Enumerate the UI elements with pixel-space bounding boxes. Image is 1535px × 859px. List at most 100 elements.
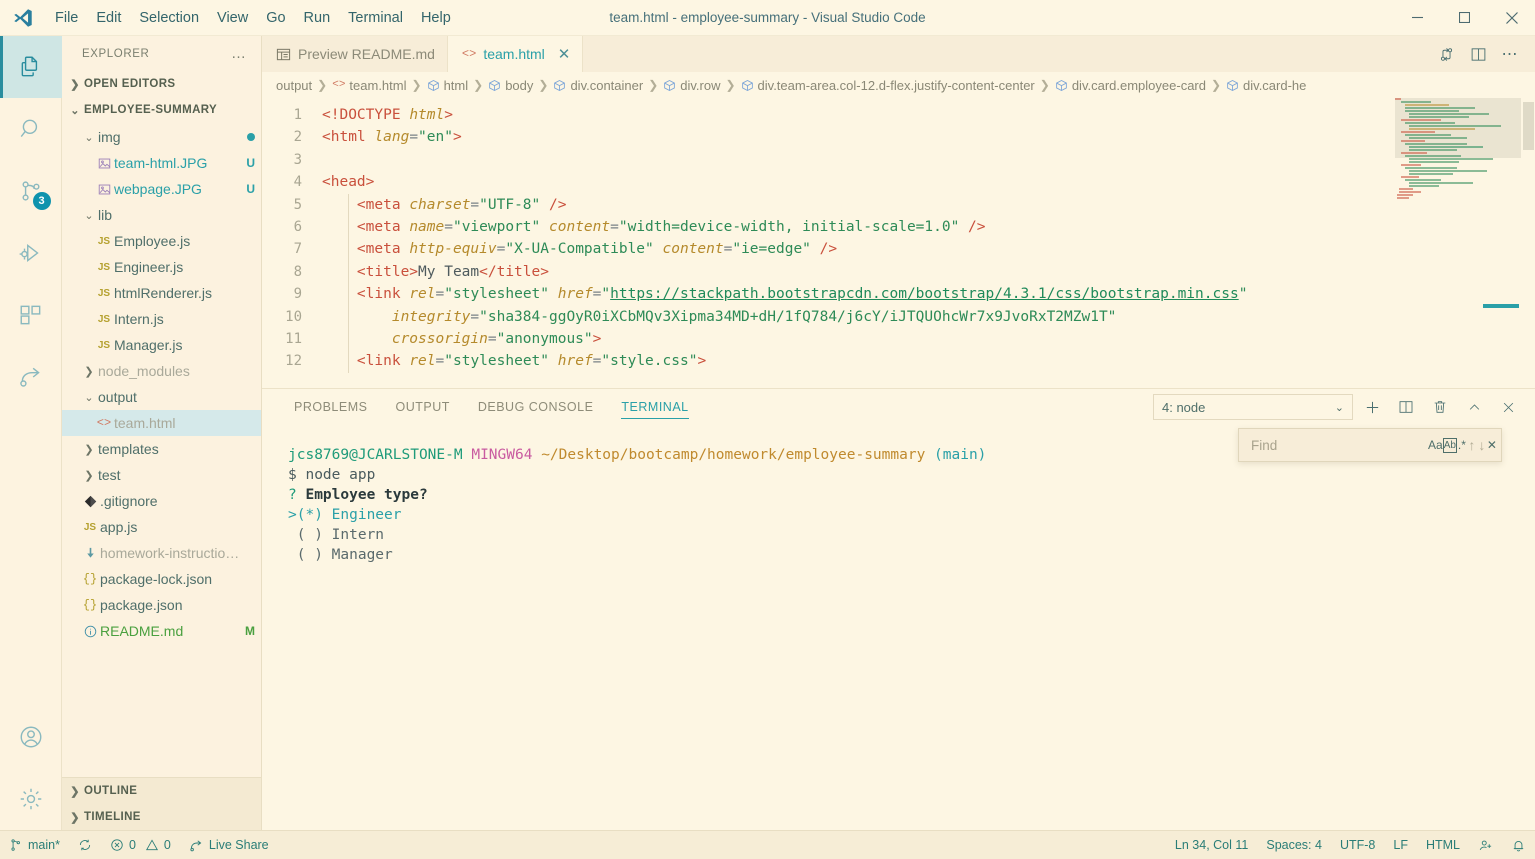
breadcrumb-item[interactable]: div.team-area.col-12.d-flex.justify-cont… <box>741 78 1035 93</box>
tree-item[interactable]: ⌄ img <box>62 124 261 150</box>
breadcrumb-item[interactable]: html <box>427 78 468 93</box>
tab-preview-readme[interactable]: Preview README.md <box>262 36 448 72</box>
tree-item[interactable]: JS htmlRenderer.js <box>62 280 261 306</box>
tree-item[interactable]: ⌄ output <box>62 384 261 410</box>
tree-item[interactable]: ❯ templates <box>62 436 261 462</box>
tab-debug-console[interactable]: DEBUG CONSOLE <box>468 389 604 425</box>
minimize-button[interactable] <box>1394 0 1441 35</box>
status-indentation[interactable]: Spaces: 4 <box>1257 838 1331 852</box>
section-open-editors[interactable]: ❯ OPEN EDITORS <box>62 71 261 97</box>
close-find-icon[interactable]: ✕ <box>1487 434 1497 456</box>
status-sync[interactable] <box>69 831 101 859</box>
terminal-find-widget[interactable]: Aa Ab .* ↑ ↓ ✕ <box>1238 428 1502 462</box>
find-next-icon[interactable]: ↓ <box>1477 434 1487 456</box>
section-timeline[interactable]: ❯ TIMELINE <box>62 804 261 830</box>
code-line[interactable]: <title>My Team</title> <box>322 260 1535 284</box>
breadcrumb-item[interactable]: div.card-he <box>1226 78 1306 93</box>
tree-item[interactable]: ❯ test <box>62 462 261 488</box>
tree-item[interactable]: JS app.js <box>62 514 261 540</box>
status-language-mode[interactable]: HTML <box>1417 838 1469 852</box>
menu-view[interactable]: View <box>208 0 257 35</box>
tree-item[interactable]: JS Employee.js <box>62 228 261 254</box>
more-actions-icon[interactable]: ⋯ <box>1495 39 1525 69</box>
breadcrumb-item[interactable]: output <box>276 78 312 93</box>
tab-problems[interactable]: PROBLEMS <box>284 389 377 425</box>
whole-word-icon[interactable]: Ab <box>1442 437 1457 453</box>
code-line[interactable]: <meta http-equiv="X-UA-Compatible" conte… <box>322 238 1535 262</box>
maximize-panel-icon[interactable] <box>1459 392 1489 422</box>
code-line[interactable]: <html lang="en"> <box>322 126 1535 148</box>
menu-run[interactable]: Run <box>295 0 340 35</box>
section-project-root[interactable]: ⌄ EMPLOYEE-SUMMARY <box>62 97 261 123</box>
terminal-select[interactable]: 4: node ⌄ <box>1153 394 1353 420</box>
menu-selection[interactable]: Selection <box>130 0 208 35</box>
split-diff-icon[interactable] <box>1431 39 1461 69</box>
breadcrumb-item[interactable]: <> team.html <box>332 78 406 93</box>
accounts-icon[interactable] <box>0 706 62 768</box>
sidebar-item-extensions[interactable] <box>0 284 62 346</box>
code-line[interactable]: integrity="sha384-ggOyR0iXCbMQv3Xipma34M… <box>322 305 1535 329</box>
scrollbar-thumb[interactable] <box>1523 102 1534 150</box>
gear-icon[interactable] <box>0 768 62 830</box>
sidebar-item-source-control[interactable]: 3 <box>0 160 62 222</box>
tree-item[interactable]: JS Intern.js <box>62 306 261 332</box>
code-content[interactable]: <!DOCTYPE html> <html lang="en"> <head> <… <box>314 98 1535 388</box>
sidebar-item-search[interactable] <box>0 98 62 160</box>
match-case-icon[interactable]: Aa <box>1428 434 1443 456</box>
status-live-share[interactable]: Live Share <box>180 831 278 859</box>
status-eol[interactable]: LF <box>1384 838 1417 852</box>
tab-terminal[interactable]: TERMINAL <box>611 389 698 425</box>
status-notifications[interactable] <box>1502 838 1535 853</box>
code-line[interactable]: <meta name="viewport" content="width=dev… <box>322 215 1535 239</box>
code-editor[interactable]: 1 2 3 4 5 6 7 8 9 10 11 12 <!DOCTYPE html> <html lan… <box>262 98 1535 388</box>
code-line[interactable] <box>322 149 1535 171</box>
terminal-output[interactable]: jcs8769@JCARLSTONE-M MINGW64 ~/Desktop/b… <box>262 425 1535 830</box>
close-button[interactable] <box>1488 0 1535 35</box>
split-terminal-icon[interactable] <box>1391 392 1421 422</box>
find-input[interactable] <box>1251 437 1428 453</box>
tab-output[interactable]: OUTPUT <box>385 389 459 425</box>
close-panel-icon[interactable] <box>1493 392 1523 422</box>
status-cursor-position[interactable]: Ln 34, Col 11 <box>1166 838 1257 852</box>
breadcrumb-item[interactable]: div.container <box>553 78 643 93</box>
status-feedback[interactable] <box>1469 838 1502 853</box>
code-line[interactable]: <meta charset="UTF-8" /> <box>322 193 1535 217</box>
status-branch[interactable]: main* <box>0 831 69 859</box>
tab-team-html[interactable]: <> team.html ✕ <box>447 36 584 72</box>
menu-terminal[interactable]: Terminal <box>339 0 412 35</box>
code-line[interactable]: <head> <box>322 171 1535 193</box>
tree-item[interactable]: <> team.html <box>62 410 261 436</box>
menu-go[interactable]: Go <box>257 0 294 35</box>
tree-item[interactable]: README.md M <box>62 618 261 644</box>
tree-item[interactable]: ❯ node_modules <box>62 358 261 384</box>
menu-edit[interactable]: Edit <box>87 0 130 35</box>
breadcrumb-item[interactable]: div.card.employee-card <box>1055 78 1206 93</box>
regex-icon[interactable]: .* <box>1457 434 1467 456</box>
kill-terminal-icon[interactable] <box>1425 392 1455 422</box>
tree-item[interactable]: team-html.JPG U <box>62 150 261 176</box>
tree-item[interactable]: JS Engineer.js <box>62 254 261 280</box>
tree-item[interactable]: homework-instructio… <box>62 540 261 566</box>
sidebar-item-explorer[interactable] <box>0 36 62 98</box>
section-outline[interactable]: ❯ OUTLINE <box>62 778 261 804</box>
tree-item[interactable]: {} package.json <box>62 592 261 618</box>
maximize-button[interactable] <box>1441 0 1488 35</box>
code-line[interactable]: crossorigin="anonymous"> <box>322 327 1535 351</box>
find-previous-icon[interactable]: ↑ <box>1467 434 1477 456</box>
sidebar-item-live-share[interactable] <box>0 346 62 408</box>
tree-item[interactable]: {} package-lock.json <box>62 566 261 592</box>
sidebar-item-run-debug[interactable] <box>0 222 62 284</box>
split-editor-icon[interactable] <box>1463 39 1493 69</box>
breadcrumb-item[interactable]: body <box>488 78 533 93</box>
status-problems[interactable]: 0 0 <box>101 831 180 859</box>
code-line[interactable]: <!DOCTYPE html> <box>322 104 1535 126</box>
menu-file[interactable]: File <box>46 0 87 35</box>
breadcrumb-item[interactable]: div.row <box>663 78 720 93</box>
tree-item[interactable]: ⌄ lib <box>62 202 261 228</box>
code-line[interactable]: <link rel="stylesheet" href="https://sta… <box>322 283 1535 306</box>
new-terminal-icon[interactable] <box>1357 392 1387 422</box>
tree-item[interactable]: .gitignore <box>62 488 261 514</box>
status-encoding[interactable]: UTF-8 <box>1331 838 1384 852</box>
tree-item[interactable]: JS Manager.js <box>62 332 261 358</box>
tab-close-icon[interactable]: ✕ <box>558 45 571 63</box>
